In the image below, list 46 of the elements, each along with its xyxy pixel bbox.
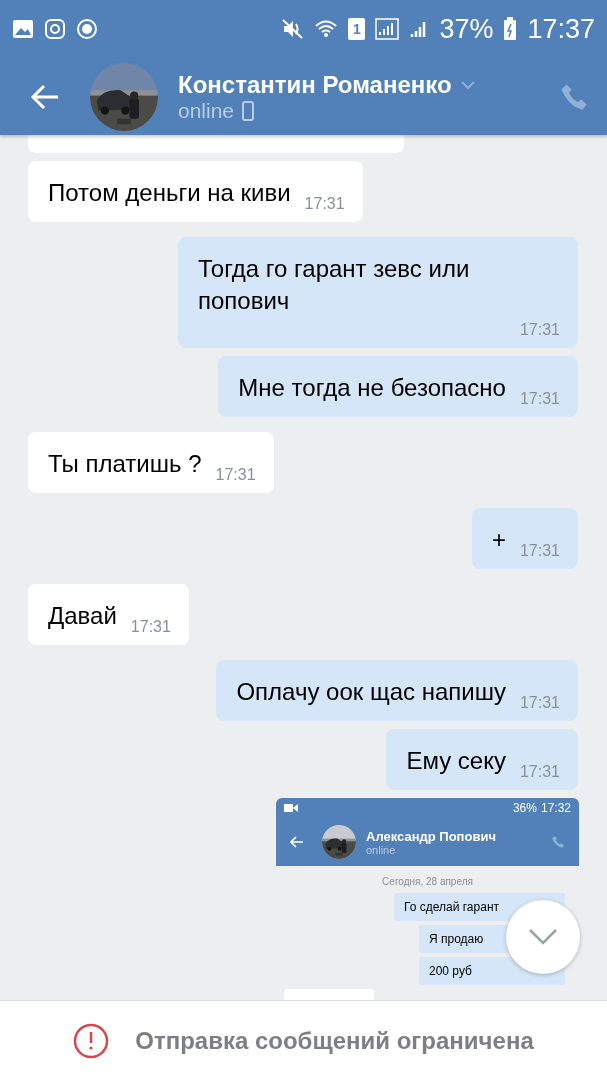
video-icon	[284, 803, 298, 813]
message-time: 17:31	[130, 618, 171, 636]
message-text: Потом деньги на киви	[48, 178, 291, 208]
contact-name: Александр Попович	[366, 828, 497, 844]
message-text: Го сделай гарант	[404, 900, 499, 914]
battery-icon	[503, 17, 518, 41]
message-time: 17:31	[519, 763, 560, 781]
message-text: Оплачу оок щас напишу	[236, 677, 506, 707]
message-time: 17:31	[304, 195, 345, 213]
message-text: Тогда го гарант зевс или попович	[198, 254, 471, 316]
sim-badge: 1	[348, 18, 366, 40]
message-text: Ты платишь ?	[48, 449, 202, 479]
chevron-icon[interactable]	[459, 79, 476, 90]
message-text: Давай	[48, 601, 117, 631]
message-text: +	[491, 525, 506, 555]
wifi-icon	[314, 19, 339, 39]
message-time: 17:31	[215, 466, 256, 484]
mute-icon	[282, 18, 305, 40]
clock: 17:32	[540, 801, 571, 815]
warning-icon	[73, 1022, 110, 1059]
message-text: Я продаю	[429, 932, 484, 946]
battery-percent: 37%	[439, 13, 494, 45]
message-text: 200 руб	[429, 964, 472, 978]
contact-name[interactable]: Константин Романенко	[178, 70, 452, 99]
online-status: online	[366, 843, 396, 856]
online-status: online	[178, 98, 235, 123]
phone-device-icon	[242, 100, 255, 121]
back-icon[interactable]	[30, 83, 60, 110]
message-time: 17:31	[519, 694, 560, 712]
date-label: Сегодня, 28 апреля	[382, 876, 473, 887]
notice-text: Отправка сообщений ограничена	[135, 1026, 534, 1055]
chevron-down-icon	[528, 928, 558, 946]
browser-icon	[76, 18, 98, 40]
gallery-icon	[12, 19, 34, 39]
message-time: 17:31	[519, 321, 560, 339]
phone-icon	[551, 835, 565, 849]
battery-percent: 36%	[512, 801, 537, 815]
signal-icon	[375, 18, 400, 40]
message-text: Ему секу	[406, 746, 506, 776]
clock: 17:37	[527, 13, 595, 45]
back-icon	[290, 836, 304, 848]
camera-icon	[44, 18, 66, 40]
message-text: Мне тогда не безопасно	[238, 373, 506, 403]
screenshot-image[interactable]: 36% 17:32 Александр Попович online Сегодня, 28 апреля Го сделай гарант Я продаю 200 руб	[276, 798, 579, 1000]
message-time: 17:31	[519, 390, 560, 408]
message-time: 17:31	[519, 542, 560, 560]
